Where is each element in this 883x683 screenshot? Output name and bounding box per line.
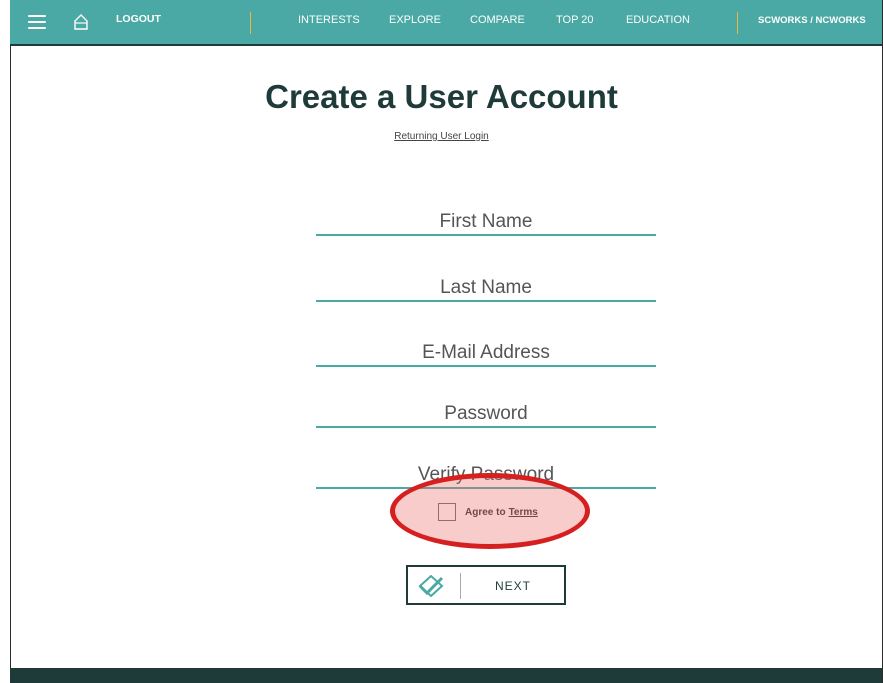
footer-bar <box>10 668 882 683</box>
page-title: Create a User Account <box>265 78 618 115</box>
agree-text: Agree to <box>465 506 506 518</box>
nav-separator <box>737 12 738 34</box>
menu-icon[interactable] <box>28 15 46 29</box>
logout-link[interactable]: LOGOUT <box>116 13 161 25</box>
nav-interests[interactable]: INTERESTS <box>298 14 360 26</box>
last-name-field[interactable] <box>316 276 656 302</box>
password-field[interactable] <box>316 402 656 428</box>
nav-scworks-ncworks[interactable]: SCWORKS / NCWORKS <box>758 15 866 26</box>
nav-separator <box>250 12 251 34</box>
nav-compare[interactable]: COMPARE <box>470 14 525 26</box>
email-field[interactable] <box>316 341 656 367</box>
next-label: NEXT <box>494 579 531 593</box>
terms-link[interactable]: Terms <box>509 507 538 518</box>
nav-explore[interactable]: EXPLORE <box>389 14 441 26</box>
agree-terms-checkbox[interactable] <box>438 503 456 521</box>
check-icon <box>418 575 444 597</box>
agree-terms-label: Agree to Terms <box>465 507 538 518</box>
top-nav-bar: LOGOUT INTERESTS EXPLORE COMPARE TOP 20 … <box>10 0 882 46</box>
home-icon[interactable] <box>72 13 90 31</box>
next-button[interactable]: NEXT <box>406 565 566 605</box>
returning-user-login-link[interactable]: Returning User Login <box>0 131 883 142</box>
agree-terms-row: Agree to Terms <box>438 502 538 522</box>
first-name-field[interactable] <box>316 210 656 236</box>
nav-education[interactable]: EDUCATION <box>626 14 690 26</box>
nav-top20[interactable]: TOP 20 <box>556 14 594 26</box>
next-divider <box>460 573 461 599</box>
verify-password-field[interactable] <box>316 463 656 489</box>
